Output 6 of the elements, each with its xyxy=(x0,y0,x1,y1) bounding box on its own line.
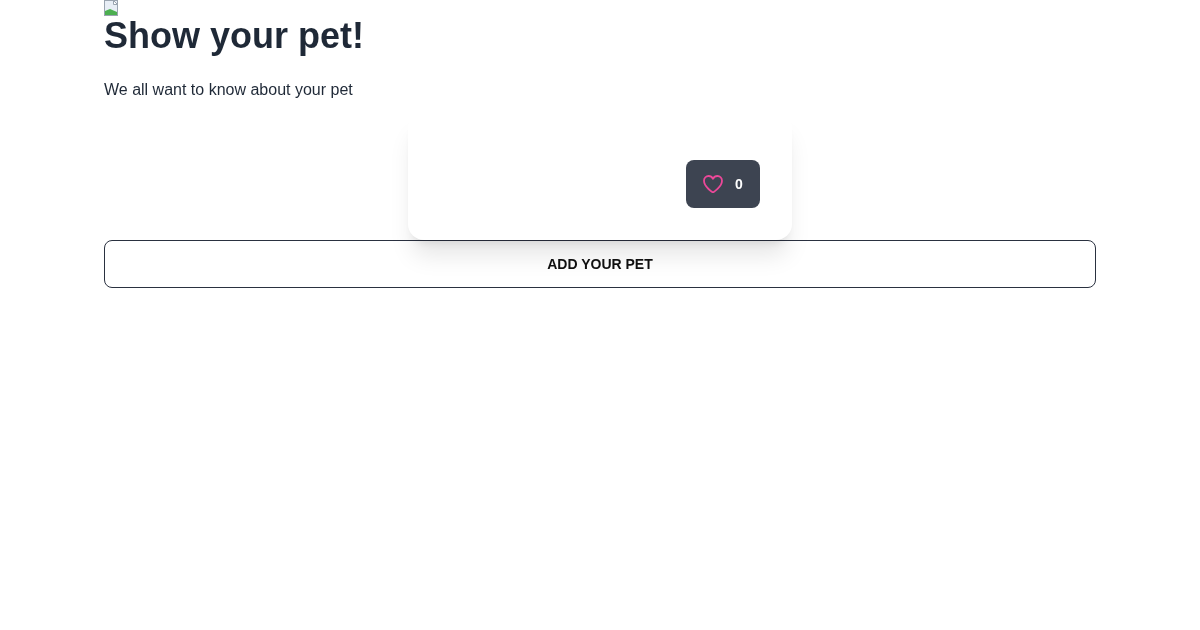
broken-image-icon xyxy=(104,0,118,16)
like-button[interactable]: 0 xyxy=(686,160,760,208)
page-title: Show your pet! xyxy=(104,16,364,56)
page-subtitle: We all want to know about your pet xyxy=(104,80,353,100)
heart-icon xyxy=(703,174,724,194)
add-pet-button[interactable]: ADD YOUR PET xyxy=(104,240,1096,288)
